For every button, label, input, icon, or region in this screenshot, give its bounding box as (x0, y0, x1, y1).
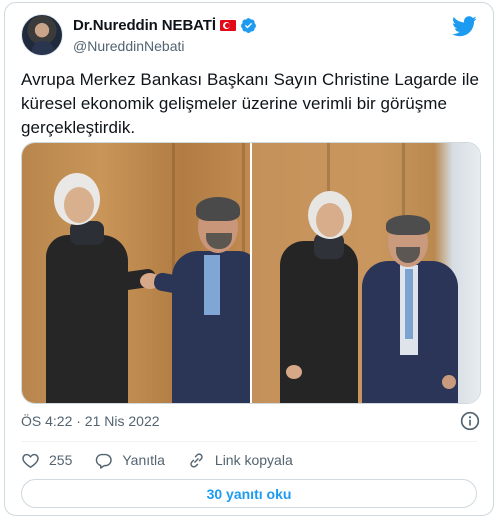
like-count: 255 (49, 452, 73, 468)
author-handle[interactable]: @NureddinNebati (73, 38, 185, 54)
verified-badge-icon (240, 18, 256, 33)
tweet-media (21, 142, 481, 404)
author-display-name[interactable]: Dr.Nureddin NEBATİ (73, 17, 216, 34)
tweet-header: Dr.Nureddin NEBATİ @NureddinNebati (21, 14, 481, 58)
avatar[interactable] (21, 14, 63, 56)
tweet-text: Avrupa Merkez Bankası Başkanı Sayın Chri… (21, 70, 479, 137)
reply-icon (96, 453, 113, 469)
link-icon (190, 452, 203, 468)
author-name-row[interactable]: Dr.Nureddin NEBATİ (73, 17, 257, 34)
heart-icon (22, 453, 39, 468)
twitter-bird-icon[interactable] (452, 16, 477, 37)
reply-label: Yanıtla (122, 452, 165, 468)
turkey-flag-icon (219, 20, 236, 31)
tweet-photo-1[interactable] (22, 143, 250, 403)
tweet-timestamp[interactable]: ÖS 4:22 · 21 Nis 2022 (21, 413, 160, 429)
tweet-card: Dr.Nureddin NEBATİ @NureddinNebati Avrup… (4, 2, 494, 516)
copy-link-button[interactable]: Link kopyala (187, 451, 293, 470)
copy-link-label: Link kopyala (214, 452, 293, 468)
reply-action-button[interactable]: Yanıtla (94, 451, 165, 470)
tweet-actions: 255 Yanıtla Link kopyala (21, 449, 315, 471)
divider (21, 441, 477, 442)
info-icon[interactable] (460, 411, 480, 431)
tweet-photo-2[interactable] (252, 143, 480, 403)
like-button[interactable]: 255 (21, 451, 72, 470)
read-replies-button[interactable]: 30 yanıtı oku (21, 479, 477, 508)
